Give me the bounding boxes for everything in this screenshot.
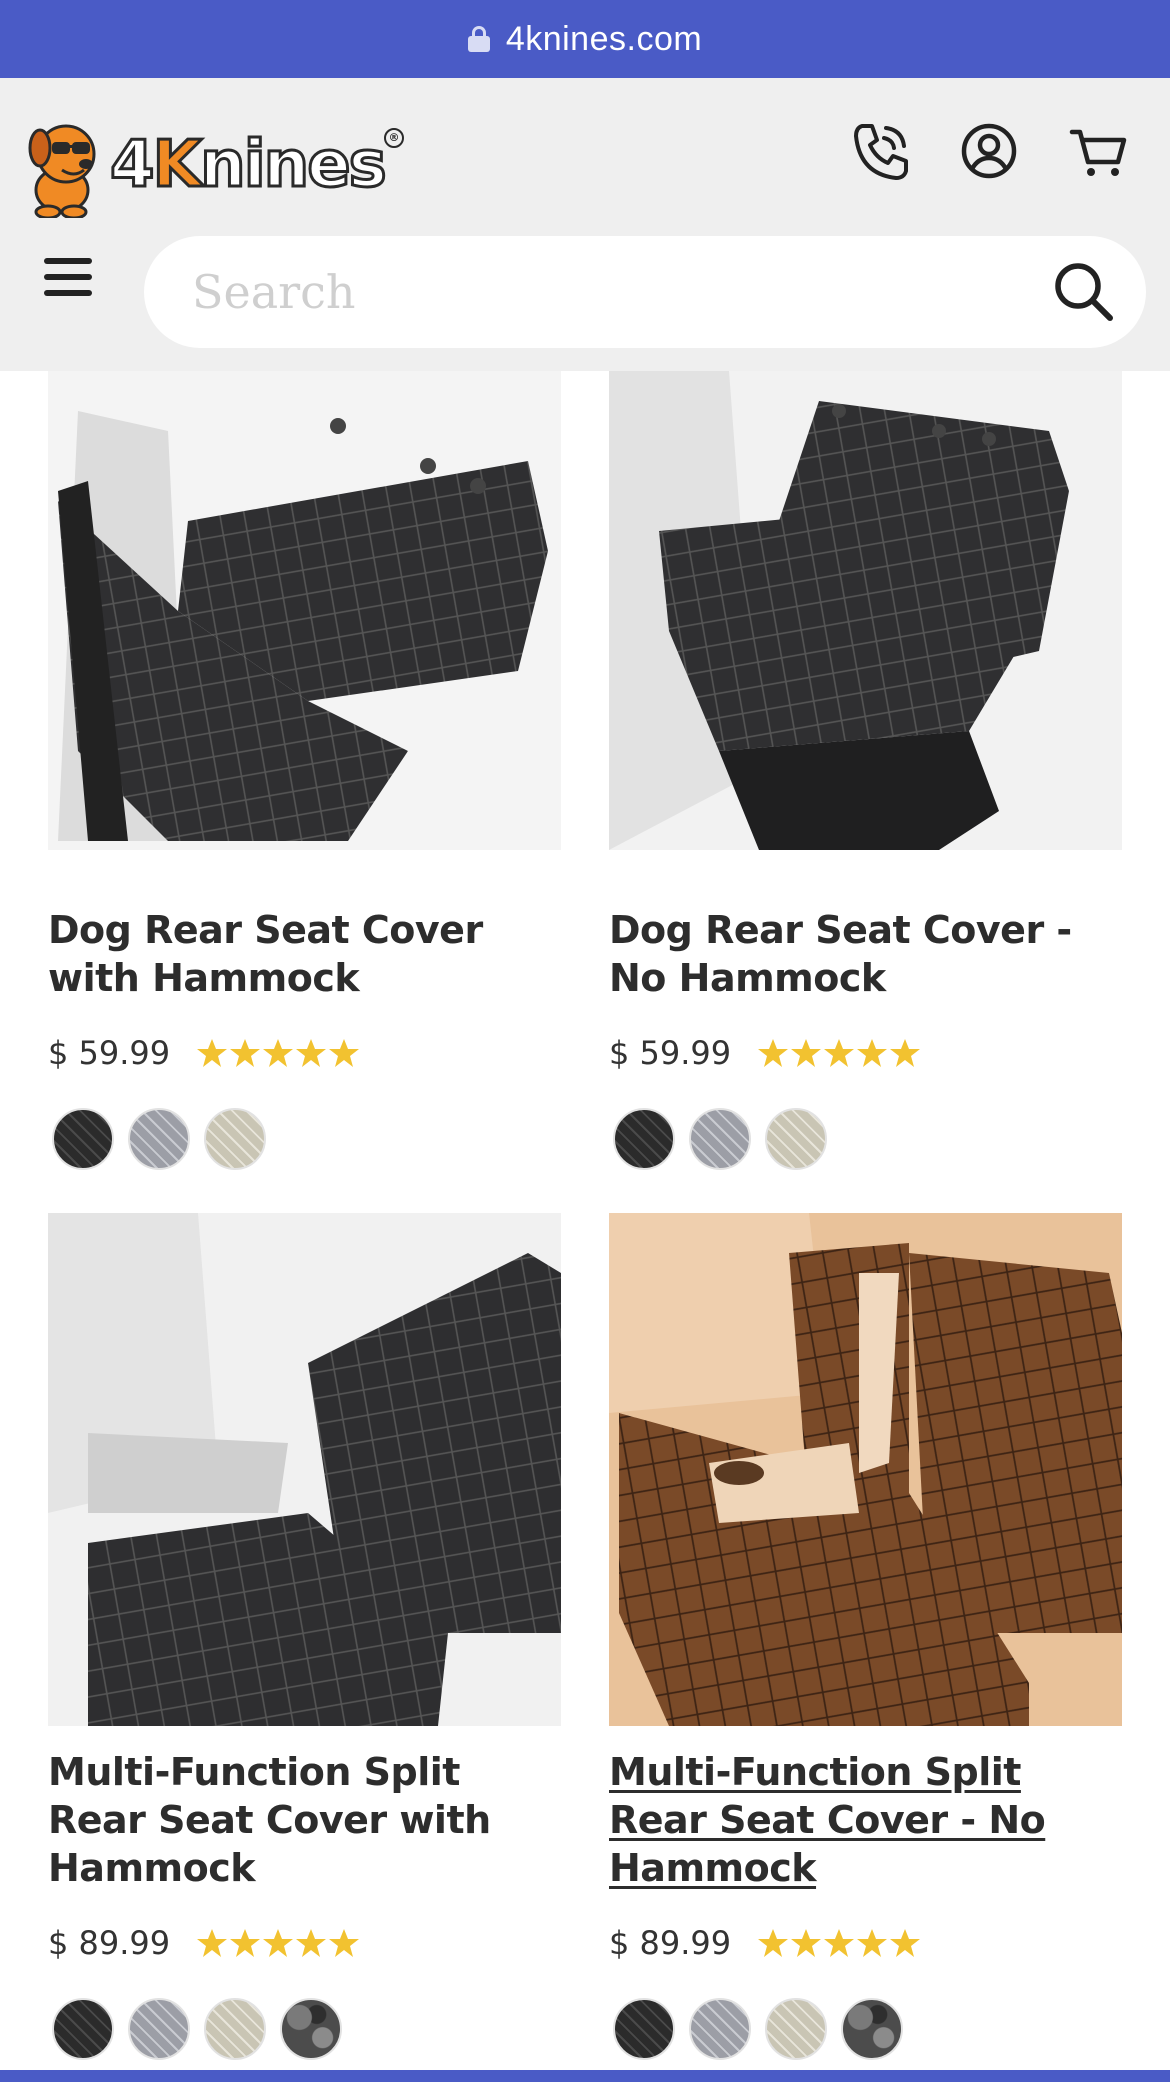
- color-swatches: [609, 1998, 1122, 2060]
- phone-icon[interactable]: [848, 118, 914, 184]
- cart-icon[interactable]: [1066, 118, 1132, 184]
- product-image[interactable]: [48, 1213, 561, 1726]
- swatch-tan[interactable]: [204, 1108, 266, 1170]
- product-price: $ 89.99: [48, 1924, 171, 1962]
- product-image[interactable]: [609, 1213, 1122, 1726]
- swatch-tan[interactable]: [765, 1998, 827, 2060]
- product-title[interactable]: Multi-Function Split Rear Seat Cover wit…: [48, 1748, 561, 1892]
- logo-wordmark-k: K: [151, 127, 204, 204]
- rating-stars: [757, 1927, 922, 1959]
- account-icon[interactable]: [956, 118, 1022, 184]
- swatch-grey[interactable]: [128, 1998, 190, 2060]
- search-icon[interactable]: [1050, 258, 1118, 326]
- product-card[interactable]: Multi-Function Split Rear Seat Cover - N…: [609, 1213, 1122, 2060]
- search-bar: [144, 236, 1146, 348]
- product-card[interactable]: Dog Rear Seat Cover - No Hammock $ 59.99: [609, 371, 1122, 1170]
- search-input[interactable]: [192, 260, 992, 324]
- hamburger-menu-icon[interactable]: [44, 258, 100, 314]
- color-swatches: [48, 1998, 561, 2060]
- color-swatches: [609, 1108, 1122, 1170]
- product-price: $ 59.99: [48, 1034, 171, 1072]
- logo-wordmark: 4Knines: [109, 127, 389, 204]
- product-price: $ 59.99: [609, 1034, 732, 1072]
- browser-url-bar[interactable]: 4knines.com: [0, 0, 1170, 78]
- product-price: $ 89.99: [609, 1924, 732, 1962]
- rating-stars: [196, 1037, 361, 1069]
- product-title[interactable]: Dog Rear Seat Cover - No Hammock: [609, 906, 1122, 1002]
- registered-mark: ®: [384, 128, 404, 148]
- star-icon: [758, 1039, 789, 1067]
- product-title[interactable]: Multi-Function Split Rear Seat Cover - N…: [609, 1748, 1122, 1892]
- star-icon: [758, 1929, 789, 1957]
- site-header: 4Knines ®: [0, 78, 1170, 371]
- swatch-black[interactable]: [52, 1998, 114, 2060]
- star-icon: [824, 1039, 855, 1067]
- swatch-tan[interactable]: [765, 1108, 827, 1170]
- star-icon: [857, 1929, 888, 1957]
- star-icon: [857, 1039, 888, 1067]
- lock-icon: [467, 26, 490, 52]
- url-text: 4knines.com: [505, 19, 703, 58]
- star-icon: [329, 1039, 360, 1067]
- swatch-camo[interactable]: [841, 1998, 903, 2060]
- bottom-bar: [0, 2070, 1170, 2082]
- color-swatches: [48, 1108, 561, 1170]
- rating-stars: [196, 1927, 361, 1959]
- star-icon: [890, 1929, 921, 1957]
- swatch-grey[interactable]: [689, 1108, 751, 1170]
- logo-wordmark-rest: nines: [199, 127, 389, 204]
- logo-wordmark-digit: 4: [109, 127, 156, 204]
- star-icon: [824, 1929, 855, 1957]
- swatch-black[interactable]: [613, 1108, 675, 1170]
- star-icon: [230, 1039, 261, 1067]
- star-icon: [791, 1039, 822, 1067]
- swatch-black[interactable]: [613, 1998, 675, 2060]
- star-icon: [197, 1929, 228, 1957]
- star-icon: [296, 1929, 327, 1957]
- swatch-grey[interactable]: [128, 1108, 190, 1170]
- star-icon: [329, 1929, 360, 1957]
- star-icon: [263, 1929, 294, 1957]
- star-icon: [230, 1929, 261, 1957]
- swatch-black[interactable]: [52, 1108, 114, 1170]
- rating-stars: [757, 1037, 922, 1069]
- star-icon: [890, 1039, 921, 1067]
- product-image[interactable]: [609, 371, 1122, 884]
- product-title[interactable]: Dog Rear Seat Cover with Hammock: [48, 906, 561, 1002]
- star-icon: [791, 1929, 822, 1957]
- star-icon: [263, 1039, 294, 1067]
- product-card[interactable]: Multi-Function Split Rear Seat Cover wit…: [48, 1213, 561, 2060]
- star-icon: [197, 1039, 228, 1067]
- swatch-tan[interactable]: [204, 1998, 266, 2060]
- swatch-camo[interactable]: [280, 1998, 342, 2060]
- dog-mascot-icon: [28, 124, 96, 218]
- product-card[interactable]: Dog Rear Seat Cover with Hammock $ 59.99: [48, 371, 561, 1170]
- product-image[interactable]: [48, 371, 561, 884]
- star-icon: [296, 1039, 327, 1067]
- swatch-grey[interactable]: [689, 1998, 751, 2060]
